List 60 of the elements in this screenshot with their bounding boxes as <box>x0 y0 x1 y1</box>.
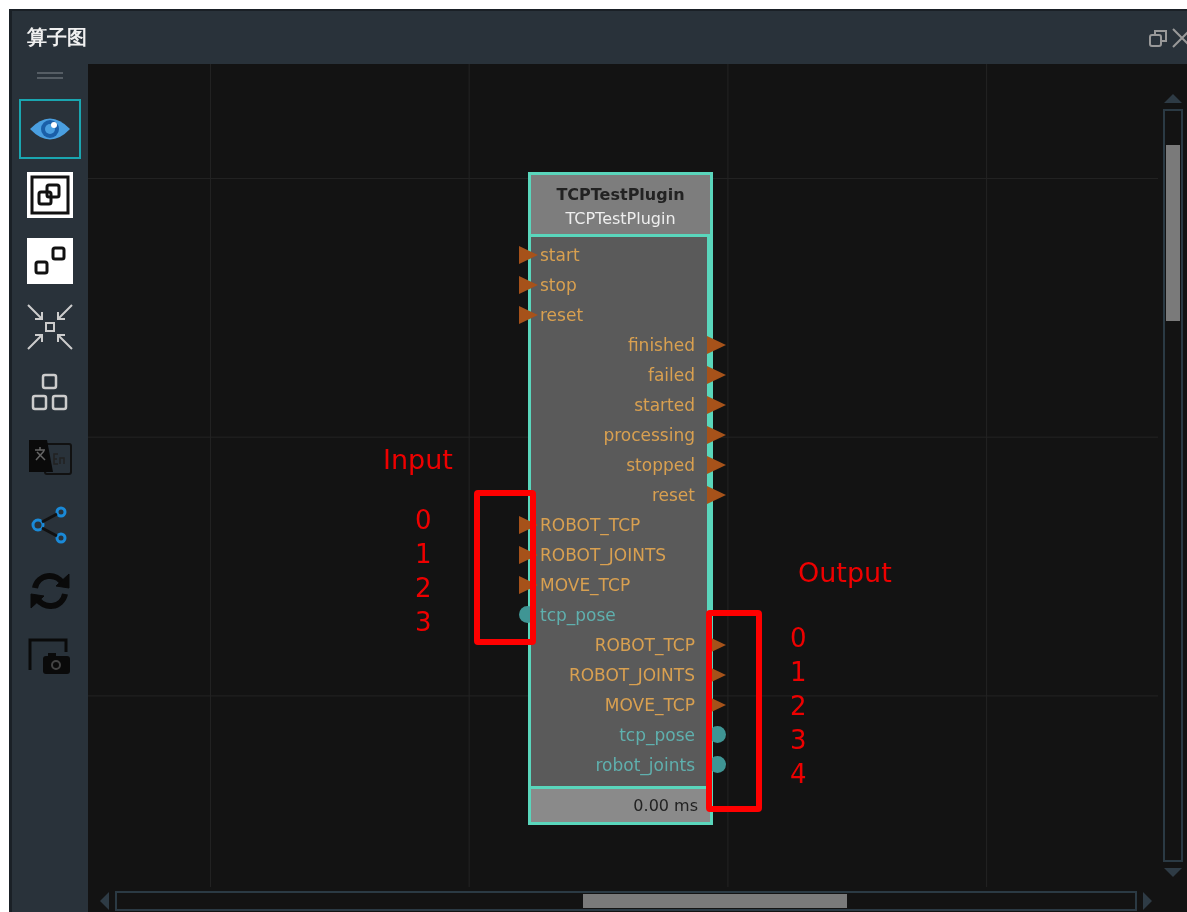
port-label: reset <box>540 305 584 325</box>
port-triangle-icon[interactable] <box>519 576 538 594</box>
port-label: robot_joints <box>595 755 695 775</box>
port-triangle-icon[interactable] <box>707 336 726 354</box>
input-annotation: Input <box>383 443 453 477</box>
close-button[interactable] <box>1171 26 1187 49</box>
port-triangle-icon[interactable] <box>707 366 726 384</box>
port-label: stopped <box>626 455 695 475</box>
screenshot-icon <box>28 638 72 676</box>
port-triangle-icon[interactable] <box>707 486 726 504</box>
node-title: TCPTestPlugin <box>556 184 685 206</box>
timing-text: 0.00 ms <box>633 796 698 815</box>
port-label: started <box>634 395 695 415</box>
port-label: processing <box>603 425 695 445</box>
port-triangle-icon[interactable] <box>519 306 538 324</box>
index-label: 2 <box>415 572 432 605</box>
port-triangle-icon[interactable] <box>519 246 538 264</box>
linked-squares-icon <box>27 172 73 218</box>
collapse-icon <box>27 304 73 350</box>
refresh-icon <box>29 570 71 612</box>
node-subtitle: TCPTestPlugin <box>565 208 676 230</box>
port-circle-icon[interactable] <box>709 756 726 773</box>
port-triangle-icon[interactable] <box>707 396 726 414</box>
scroll-thumb[interactable] <box>583 893 847 908</box>
port-label: tcp_pose <box>619 725 695 745</box>
index-label: 1 <box>790 656 807 689</box>
port-label: ROBOT_JOINTS <box>540 545 667 565</box>
port-label: start <box>540 245 580 265</box>
index-label: 0 <box>415 504 432 537</box>
port-label: ROBOT_TCP <box>594 635 695 655</box>
two-squares-icon <box>27 238 73 284</box>
scroll-thumb[interactable] <box>1165 145 1180 321</box>
port-triangle-icon[interactable] <box>519 546 538 564</box>
port-label: reset <box>651 485 695 505</box>
port-label: stop <box>540 275 577 295</box>
index-label: 0 <box>790 622 807 655</box>
port-circle-icon[interactable] <box>709 726 726 743</box>
window-title: 算子图 <box>27 24 87 51</box>
translate-icon <box>27 440 73 478</box>
port-label: tcp_pose <box>540 605 616 625</box>
index-label: 2 <box>790 690 807 723</box>
index-label: 4 <box>790 758 807 791</box>
port-triangle-icon[interactable] <box>519 276 538 294</box>
port-label: MOVE_TCP <box>604 695 695 715</box>
port-label: finished <box>627 335 695 355</box>
horizontal-scrollbar[interactable] <box>115 890 1137 911</box>
port-label: failed <box>647 365 695 385</box>
drag-handle[interactable] <box>37 72 63 79</box>
port-label: ROBOT_JOINTS <box>568 665 695 685</box>
index-label: 3 <box>790 724 807 757</box>
port-triangle-icon[interactable] <box>519 516 538 534</box>
output-annotation: Output <box>798 556 892 590</box>
port-triangle-icon[interactable] <box>707 426 726 444</box>
index-label: 1 <box>415 538 432 571</box>
port-label: ROBOT_TCP <box>540 515 641 535</box>
port-label: MOVE_TCP <box>540 575 631 595</box>
vertical-scrollbar[interactable] <box>1162 109 1183 862</box>
hierarchy-icon <box>30 373 70 413</box>
port-triangle-icon[interactable] <box>707 456 726 474</box>
index-label: 3 <box>415 606 432 639</box>
